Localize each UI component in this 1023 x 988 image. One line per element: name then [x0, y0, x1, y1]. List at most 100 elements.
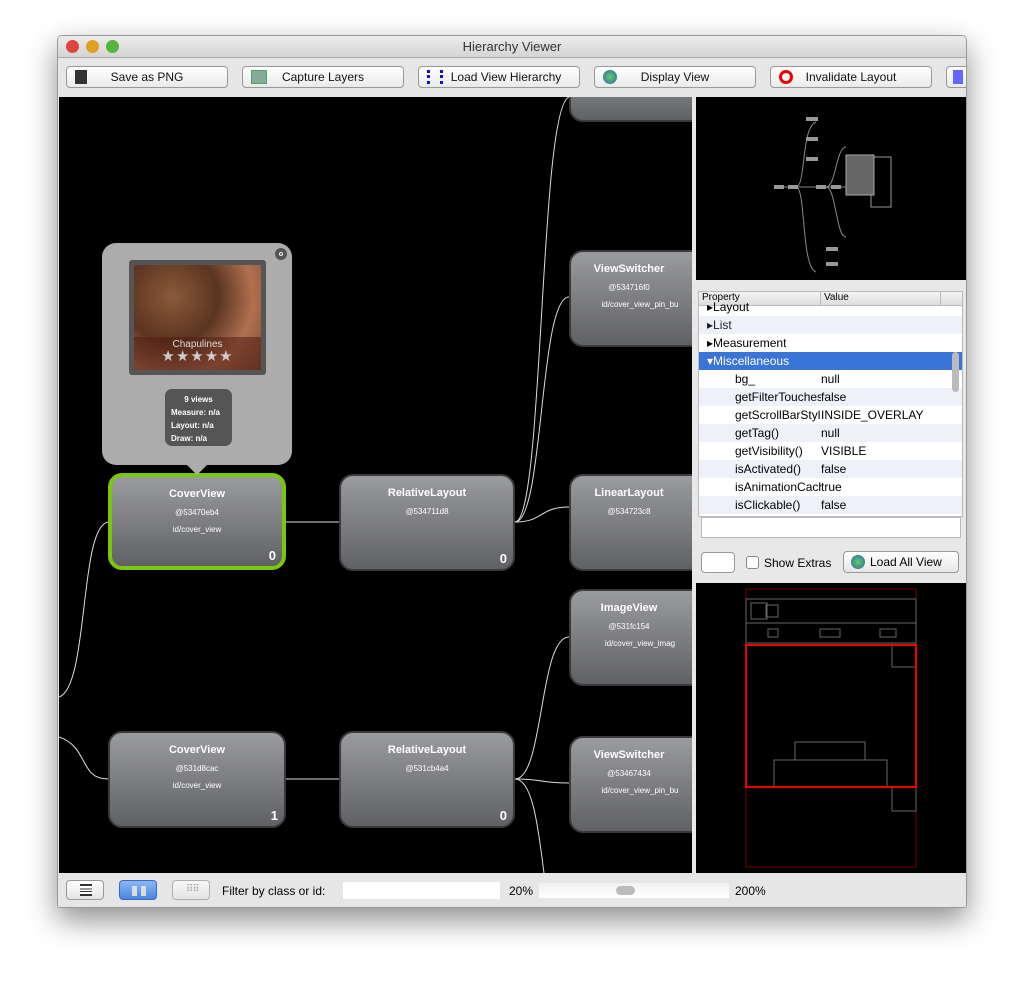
zoom-max-label: 200%	[735, 884, 766, 898]
tree-node[interactable]: RelativeLayout @531cb4a4 0	[339, 731, 515, 828]
property-row[interactable]: isAnimationCacheEnabled()true	[699, 478, 962, 496]
tree-node[interactable]: ViewSwitcher @53467434 id/cover_view_pin_b…	[569, 736, 692, 833]
measure-time: Measure: n/a	[171, 408, 220, 417]
property-group[interactable]: ▸Measurement	[699, 334, 962, 352]
node-class: RelativeLayout	[387, 744, 467, 756]
property-value: INSIDE_OVERLAY	[821, 408, 924, 422]
node-hash: @53467434	[607, 769, 651, 778]
node-class: ImageView	[600, 602, 658, 614]
node-class: CoverView	[168, 488, 226, 500]
show-extras-checkbox[interactable]	[746, 556, 759, 569]
property-group-selected[interactable]: ▾Miscellaneous	[699, 352, 962, 370]
tree-node[interactable]: ViewSwitcher @534716f0 id/cover_view_pin_b…	[569, 250, 692, 347]
layout-time: Layout: n/a	[171, 421, 214, 430]
capture-layers-button[interactable]: Capture Layers	[242, 66, 404, 88]
edge	[514, 778, 570, 784]
node-index: 0	[268, 548, 276, 563]
node-id: id/cover_view_imag	[604, 639, 676, 648]
load-all-views-button[interactable]: Load All View	[843, 551, 959, 573]
toolbar: Save as PNG Capture Layers Load View Hie…	[58, 58, 966, 97]
display-view-button[interactable]: Display View	[594, 66, 756, 88]
minimize-button[interactable]	[86, 40, 99, 53]
node-hash: @534723c8	[607, 507, 651, 516]
property-name: isAnimationCacheEnabled()	[735, 480, 821, 494]
property-row[interactable]: isClickable() false	[699, 496, 962, 514]
button-label: Display View	[640, 70, 710, 84]
no-entry-icon	[779, 70, 793, 84]
tree-node[interactable]: CoverView @53470eb4 id/cover_view 0	[108, 473, 286, 570]
node-id: id/cover_view_pin_bu	[601, 786, 679, 795]
hierarchy-tree-canvas[interactable]: CoverView @53470eb4 id/cover_view 0 Relativ…	[59, 97, 692, 873]
list-icon	[80, 884, 92, 896]
minimap-tree	[774, 117, 892, 273]
layout-view[interactable]	[696, 583, 966, 873]
hierarchy-view-mode-button[interactable]	[119, 880, 157, 900]
property-name: isActivated()	[735, 462, 802, 476]
property-name: getVisibility()	[735, 444, 803, 458]
property-row[interactable]: isActivated() false	[699, 460, 962, 478]
property-name: getScrollBarStyle()	[735, 408, 821, 422]
property-row[interactable]: getTag() null	[699, 424, 962, 442]
button-label: Load View Hierarchy	[450, 70, 562, 84]
blank-button[interactable]	[701, 552, 735, 573]
tree-node[interactable]: ImageView @531fc154 id/cover_view_imag	[569, 589, 692, 686]
property-group[interactable]: ▸List	[699, 316, 962, 334]
node-class: CoverView	[168, 744, 226, 756]
property-row[interactable]: getScrollBarStyle()INSIDE_OVERLAY	[699, 406, 962, 424]
tree-node[interactable]: LinearLayout @534723c8	[569, 474, 692, 571]
button-label: Invalidate Layout	[805, 70, 897, 84]
invalidate-layout-button[interactable]: Invalidate Layout	[770, 66, 932, 88]
node-index: 0	[499, 551, 507, 566]
bottom-bar: ⠿⠿ Filter by class or id: 20% 200%	[58, 873, 966, 907]
tree-view-mode-button[interactable]	[66, 880, 104, 900]
title-bar: Hierarchy Viewer	[58, 36, 966, 58]
grid-view-mode-button[interactable]: ⠿⠿	[172, 880, 210, 900]
tree-node[interactable]: CoverView @531d8cac id/cover_view 1	[108, 731, 286, 828]
node-class: ViewSwitcher	[593, 263, 665, 275]
zoom-slider[interactable]	[539, 883, 729, 898]
property-row[interactable]: bg_ null	[699, 370, 962, 388]
window-title: Hierarchy Viewer	[462, 39, 562, 54]
node-id: id/cover_view_pin_bu	[601, 300, 679, 309]
node-hash: @534711d8	[405, 507, 449, 516]
tree-node[interactable]: RelativeLayout @534711d8 0	[339, 474, 515, 571]
node-class: RelativeLayout	[387, 487, 467, 499]
views-count: 9 views	[184, 395, 213, 404]
tree-overview-minimap[interactable]	[696, 97, 966, 280]
property-name: bg_	[735, 372, 756, 386]
maximize-icon[interactable]	[275, 248, 287, 260]
property-row[interactable]: getVisibility() VISIBLE	[699, 442, 962, 460]
node-hash: @531d8cac	[175, 764, 219, 773]
group-label: List	[713, 318, 732, 332]
property-value-field[interactable]	[701, 517, 961, 538]
tree-node-partial[interactable]	[569, 97, 692, 122]
node-index: 1	[270, 808, 278, 823]
load-view-hierarchy-button[interactable]: Load View Hierarchy	[418, 66, 580, 88]
zoom-button[interactable]	[106, 40, 119, 53]
node-index: 0	[499, 808, 507, 823]
properties-scrollbar[interactable]	[952, 352, 959, 392]
zoom-min-label: 20%	[509, 884, 534, 898]
node-preview-popup: Chapulines ★★★★★ 9 views Measure: n/a Lay…	[102, 243, 292, 475]
node-hash: @53470eb4	[175, 508, 219, 517]
node-hash: @534716f0	[608, 283, 650, 292]
property-value: VISIBLE	[821, 444, 867, 458]
button-label: Capture Layers	[281, 70, 365, 84]
property-value: null	[821, 372, 840, 386]
zoom-slider-thumb[interactable]	[615, 886, 635, 895]
group-label: Measurement	[713, 336, 787, 350]
property-name: getTag()	[735, 426, 780, 440]
globe-icon	[603, 70, 617, 84]
property-value: true	[821, 480, 842, 494]
node-id: id/cover_view	[172, 525, 222, 534]
request-layout-button[interactable]	[946, 66, 966, 88]
layers-icon	[251, 70, 267, 84]
node-hash: @531fc154	[608, 622, 650, 631]
close-button[interactable]	[66, 40, 79, 53]
property-value: false	[821, 498, 847, 512]
column-header-value[interactable]: Value	[821, 292, 941, 305]
property-row[interactable]: getFilterTouchesWhenObscured()false	[699, 388, 962, 406]
edge	[59, 521, 109, 698]
save-as-png-button[interactable]: Save as PNG	[66, 66, 228, 88]
filter-input[interactable]	[343, 882, 500, 899]
